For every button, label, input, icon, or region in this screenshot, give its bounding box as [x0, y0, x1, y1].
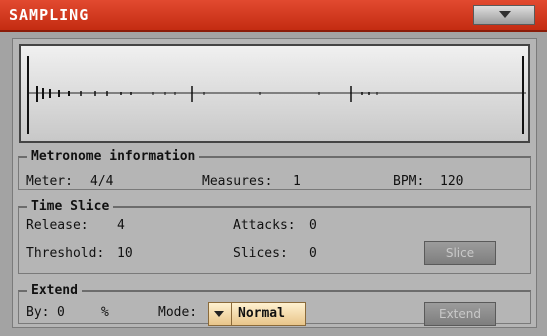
- sampling-panel: SAMPLING Metronome information Meter: 4/…: [0, 0, 547, 336]
- attacks-value: 0: [309, 218, 317, 233]
- meter-value: 4/4: [90, 174, 114, 189]
- time-slice-group: Time Slice Release: 4 Attacks: 0 Thresho…: [18, 199, 531, 274]
- time-slice-legend: Time Slice: [31, 199, 110, 214]
- extend-by-value[interactable]: 0: [57, 305, 65, 320]
- meter-label: Meter:: [26, 174, 73, 189]
- threshold-value[interactable]: 10: [117, 246, 133, 261]
- extend-group: Extend By: 0 % Mode: Normal Extend: [18, 283, 531, 326]
- release-value[interactable]: 4: [117, 218, 125, 233]
- chevron-down-icon: [214, 311, 224, 317]
- extend-legend: Extend: [31, 283, 78, 298]
- content-area: Metronome information Meter: 4/4 Measure…: [12, 38, 537, 328]
- mode-value: Normal: [238, 306, 285, 321]
- extend-button[interactable]: Extend: [424, 302, 496, 326]
- waveform-graphic: [27, 56, 526, 134]
- title-bar: SAMPLING: [0, 0, 547, 32]
- dropdown-arrow-button[interactable]: [209, 303, 232, 325]
- page-menu-button[interactable]: [473, 5, 535, 25]
- release-label: Release:: [26, 218, 89, 233]
- measures-label: Measures:: [202, 174, 273, 189]
- measures-value: 1: [293, 174, 301, 189]
- slice-button[interactable]: Slice: [424, 241, 496, 265]
- page-title: SAMPLING: [9, 6, 90, 24]
- metronome-legend: Metronome information: [31, 149, 196, 164]
- waveform-display[interactable]: [19, 44, 530, 143]
- chevron-down-icon: [499, 11, 511, 18]
- bpm-value: 120: [440, 174, 464, 189]
- slices-label: Slices:: [233, 246, 288, 261]
- bpm-label: BPM:: [393, 174, 425, 189]
- metronome-group: Metronome information Meter: 4/4 Measure…: [18, 149, 531, 190]
- mode-dropdown[interactable]: Normal: [208, 302, 306, 326]
- extend-unit: %: [101, 305, 109, 320]
- mode-label: Mode:: [158, 305, 198, 320]
- attacks-label: Attacks:: [233, 218, 296, 233]
- extend-by-label: By:: [26, 305, 50, 320]
- threshold-label: Threshold:: [26, 246, 105, 261]
- slices-value: 0: [309, 246, 317, 261]
